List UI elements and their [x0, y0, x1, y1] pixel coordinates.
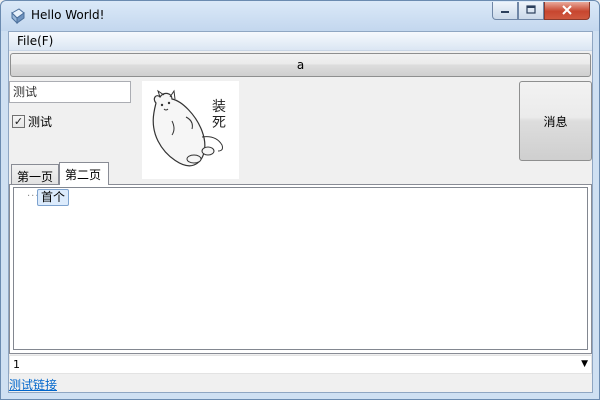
checkbox-label: 测试 [28, 114, 53, 129]
tab-page-1[interactable]: 第一页 [11, 164, 59, 185]
test-link[interactable]: 测试链接 [9, 376, 57, 393]
minimize-icon [500, 4, 510, 18]
close-button[interactable] [544, 2, 590, 20]
title-bar[interactable]: Hello World! [1, 1, 599, 31]
cartoon-cat-icon: 装 死 [152, 89, 226, 167]
app-icon [10, 8, 26, 25]
tree-item-first[interactable]: 首个 [37, 189, 70, 206]
maximize-icon [526, 4, 536, 18]
picture-caption-char-1: 装 [212, 99, 226, 115]
test-checkbox-row[interactable]: ✓ 测试 [12, 113, 52, 129]
main-window: Hello World! File(F) a 测试 ✓ 测试 装 死 消息 第一… [0, 0, 600, 400]
client-area: File(F) a 测试 ✓ 测试 装 死 消息 第一页 第二页 ··· 首个 … [8, 31, 593, 393]
window-title: Hello World! [31, 8, 105, 22]
text-field[interactable]: 测试 [9, 81, 131, 103]
menu-bar: File(F) [9, 32, 592, 51]
close-icon [561, 4, 573, 18]
maximize-button[interactable] [518, 2, 544, 20]
tab-panel: ··· 首个 [9, 184, 592, 354]
tree-view[interactable]: ··· 首个 [13, 187, 588, 350]
picture-caption-char-2: 死 [212, 115, 226, 131]
menu-item-file[interactable]: File(F) [12, 33, 58, 50]
combo-box[interactable]: 1 ▼ [9, 355, 592, 374]
picture-box: 装 死 [142, 81, 239, 179]
message-button[interactable]: 消息 [519, 81, 592, 161]
a-button[interactable]: a [10, 53, 591, 77]
minimize-button[interactable] [492, 2, 518, 20]
combo-value: 1 [13, 358, 20, 371]
tab-page-2[interactable]: 第二页 [59, 162, 109, 185]
checkbox[interactable]: ✓ [12, 114, 25, 128]
chevron-down-icon[interactable]: ▼ [581, 359, 588, 369]
